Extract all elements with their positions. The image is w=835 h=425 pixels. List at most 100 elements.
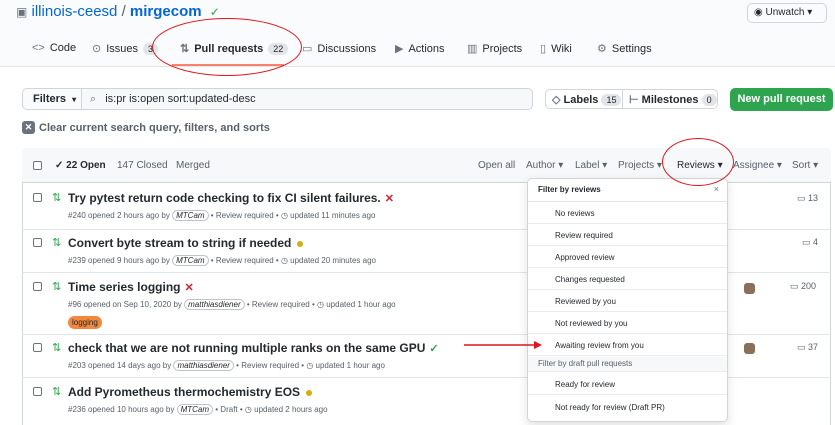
success-check-icon[interactable]: ✓	[429, 343, 438, 355]
repo-name-link[interactable]: mirgecom	[130, 3, 202, 20]
merged-filter[interactable]: Merged	[176, 160, 210, 171]
clear-filters-link[interactable]: ✕ Clear current search query, filters, a…	[22, 121, 270, 134]
pr-number: #239	[68, 256, 86, 265]
tab-wiki[interactable]: ▯ Wiki	[540, 42, 572, 56]
separator-dot: •	[210, 211, 214, 220]
dropdown-item-ready-for-review[interactable]: Ready for review	[528, 373, 727, 395]
pr-author-link[interactable]: MTCam	[176, 404, 214, 415]
row-checkbox[interactable]	[33, 387, 42, 396]
book-icon: ▯	[540, 43, 547, 55]
new-pull-request-button[interactable]: New pull request	[730, 88, 833, 111]
projects-filter[interactable]: Projects ▾	[618, 160, 662, 171]
tab-label: Code	[49, 42, 77, 54]
failure-x-icon[interactable]: ✕	[385, 193, 394, 205]
dropdown-item-not-ready-for-review[interactable]: Not ready for review (Draft PR)	[528, 396, 727, 418]
pr-author-link[interactable]: MTCam	[172, 210, 209, 221]
chevron-down-icon: ▾	[72, 95, 77, 104]
separator-dot: •	[246, 300, 250, 309]
row-checkbox[interactable]	[33, 238, 42, 247]
unwatch-button[interactable]: ◉ Unwatch ▾	[747, 3, 827, 23]
check-icon: ✓	[209, 5, 220, 19]
failure-x-icon[interactable]: ✕	[184, 282, 193, 294]
pr-author-link[interactable]: MTCam	[172, 255, 209, 266]
pr-author-link[interactable]: matthiasdiener	[184, 299, 245, 310]
play-icon: ▶	[395, 43, 404, 55]
dropdown-item-reviewed-by-you[interactable]: Reviewed by you	[528, 290, 727, 312]
sort-filter[interactable]: Sort ▾	[792, 160, 818, 171]
tab-issues[interactable]: ⊙ Issues 3	[92, 42, 159, 55]
dropdown-item-awaiting-review[interactable]: Awaiting review from you	[528, 334, 727, 356]
repo-title: ▣ illinois-ceesd / mirgecom ✓	[16, 3, 220, 20]
pr-title-link[interactable]: Convert byte stream to string if needed	[68, 236, 291, 250]
tab-settings[interactable]: ⚙ Settings	[597, 42, 652, 56]
open-filter[interactable]: ✓ 22 Open	[55, 160, 106, 171]
pr-opened: opened on Sep 10, 2020 by	[83, 300, 182, 309]
search-input[interactable]: ⌕ is:pr is:open sort:updated-desc	[81, 88, 533, 110]
tab-label: Actions	[408, 42, 445, 55]
dropdown-item-not-reviewed-by-you[interactable]: Not reviewed by you	[528, 312, 727, 334]
issue-icon: ⊙	[92, 43, 102, 55]
closed-filter[interactable]: 147 Closed	[117, 160, 168, 171]
pr-meta: #236 opened 10 hours ago by MTCam • Draf…	[68, 404, 328, 415]
author-filter[interactable]: Author ▾	[526, 160, 563, 171]
comment-count-link[interactable]: ▭ 4	[802, 237, 818, 248]
tab-projects[interactable]: ▥ Projects	[467, 42, 523, 56]
pr-review-status[interactable]: Review required	[241, 361, 299, 370]
close-icon[interactable]: ×	[714, 184, 719, 194]
avatar[interactable]	[744, 343, 755, 354]
pr-opened: opened 10 hours ago by	[88, 405, 175, 414]
row-checkbox[interactable]	[33, 193, 42, 202]
comment-count-link[interactable]: ▭ 13	[797, 193, 818, 204]
pr-title-row: check that we are not running multiple r…	[68, 341, 439, 355]
pr-number: #236	[68, 405, 86, 414]
row-checkbox[interactable]	[33, 282, 42, 291]
pr-title-link[interactable]: Add Pyrometheus thermochemistry EOS	[68, 385, 300, 399]
comment-count-link[interactable]: ▭ 37	[797, 342, 818, 353]
tab-label: Wiki	[551, 42, 572, 55]
tab-discussions[interactable]: ▭ Discussions	[302, 42, 376, 56]
pr-review-status[interactable]: Review required	[216, 256, 274, 265]
separator-dot: •	[311, 300, 315, 309]
label-filter[interactable]: Label ▾	[575, 160, 607, 171]
labels-button[interactable]: ◇ Labels 15	[545, 89, 623, 109]
pr-review-status[interactable]: Review required	[252, 300, 310, 309]
comment-count: 200	[801, 281, 817, 291]
comment-icon: ▭	[790, 281, 799, 291]
tab-code[interactable]: <> Code	[32, 42, 76, 54]
pr-title-link[interactable]: Try pytest return code checking to fix C…	[68, 191, 381, 205]
pr-updated: updated 1 hour ago	[326, 300, 396, 309]
select-all-checkbox[interactable]	[33, 161, 42, 170]
pr-title-row: Add Pyrometheus thermochemistry EOS	[68, 385, 313, 399]
code-icon: <>	[32, 42, 45, 54]
assignee-filter[interactable]: Assignee ▾	[733, 160, 782, 171]
filters-button[interactable]: Filters ▾	[22, 88, 82, 110]
open-all-button[interactable]: Open all	[478, 160, 515, 171]
pull-request-icon: ⇅	[52, 386, 62, 398]
labels-counter: 15	[601, 94, 622, 106]
tab-actions[interactable]: ▶ Actions	[395, 42, 445, 56]
repo-owner-link[interactable]: illinois-ceesd	[32, 3, 118, 20]
pr-author-link[interactable]: matthiasdiener	[173, 360, 234, 371]
reviews-dropdown: Filter by reviews × No reviews Review re…	[527, 178, 728, 422]
label-badge-logging[interactable]: logging	[68, 316, 102, 329]
pr-review-status[interactable]: Review required	[216, 211, 274, 220]
comment-count-link[interactable]: ▭ 200	[790, 281, 816, 292]
dropdown-item-approved-review[interactable]: Approved review	[528, 246, 727, 268]
pr-meta: #239 opened 9 hours ago by MTCam • Revie…	[68, 255, 376, 266]
pr-meta: #96 opened on Sep 10, 2020 by matthiasdi…	[68, 299, 396, 310]
pr-updated: updated 20 minutes ago	[290, 256, 376, 265]
tab-label: Projects	[482, 42, 523, 55]
pr-title-link[interactable]: check that we are not running multiple r…	[68, 341, 425, 355]
pending-dot-icon[interactable]	[306, 389, 313, 396]
row-checkbox[interactable]	[33, 343, 42, 352]
dropdown-item-no-reviews[interactable]: No reviews	[528, 202, 727, 224]
filters-label: Filters	[33, 93, 67, 105]
avatar[interactable]	[744, 283, 755, 294]
dropdown-item-changes-requested[interactable]: Changes requested	[528, 268, 727, 290]
pr-opened: opened 2 hours ago by	[88, 211, 170, 220]
tab-label: Issues	[106, 42, 139, 55]
pending-dot-icon[interactable]	[297, 240, 304, 247]
pr-title-link[interactable]: Time series logging	[68, 280, 180, 294]
milestones-button[interactable]: ⊢ Milestones 0	[622, 89, 718, 109]
dropdown-item-review-required[interactable]: Review required	[528, 224, 727, 246]
